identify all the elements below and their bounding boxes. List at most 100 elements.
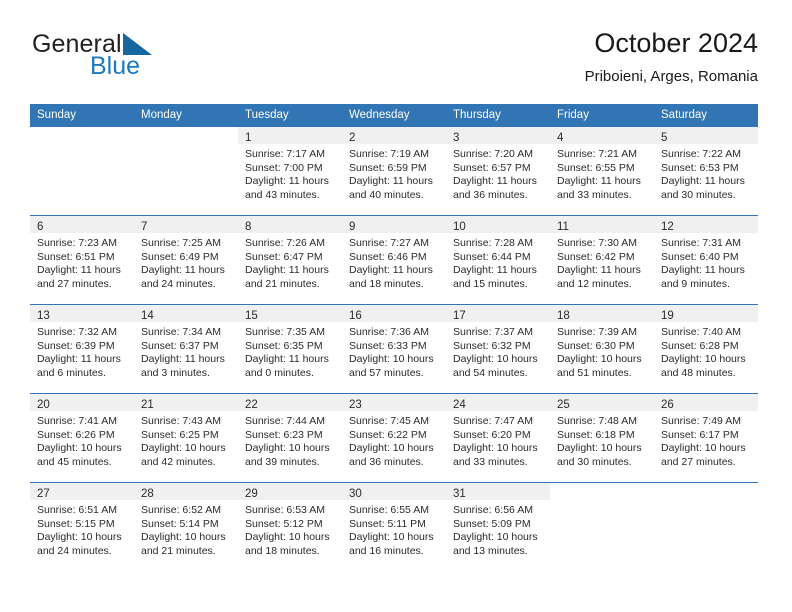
- calendar-empty-cell: [654, 482, 758, 571]
- daylight-text-line1: Daylight: 10 hours: [557, 353, 642, 366]
- calendar-day-cell[interactable]: 23 Sunrise: 7:45 AM Sunset: 6:22 PM Dayligh…: [342, 393, 446, 483]
- sunrise-text: Sunrise: 7:39 AM: [557, 326, 637, 338]
- day-number: 18: [557, 310, 570, 322]
- calendar-day-cell[interactable]: 3 Sunrise: 7:20 AM Sunset: 6:57 PM Daylight…: [446, 126, 550, 216]
- calendar-day-cell[interactable]: 17 Sunrise: 7:37 AM Sunset: 6:32 PM Dayligh…: [446, 304, 550, 394]
- sunrise-text: Sunrise: 7:23 AM: [37, 237, 117, 249]
- daylight-text-line2: and 27 minutes.: [661, 455, 736, 468]
- sunset-text: Sunset: 6:33 PM: [349, 339, 427, 352]
- sunset-text: Sunset: 6:22 PM: [349, 428, 427, 441]
- calendar-day-cell[interactable]: 2 Sunrise: 7:19 AM Sunset: 6:59 PM Daylight…: [342, 126, 446, 216]
- daylight-text-line1: Daylight: 10 hours: [661, 353, 746, 366]
- sunset-text: Sunset: 5:12 PM: [245, 517, 323, 530]
- daylight-text-line2: and 51 minutes.: [557, 366, 632, 379]
- sunrise-text: Sunrise: 7:43 AM: [141, 415, 221, 427]
- day-number: 9: [349, 221, 356, 233]
- day-cell-content: 6 Sunrise: 7:23 AM Sunset: 6:51 PM Daylight…: [30, 216, 134, 304]
- day-cell-content: 11 Sunrise: 7:30 AM Sunset: 6:42 PM Dayligh…: [550, 216, 654, 304]
- day-sun-info: Sunrise: 7:17 AM Sunset: 7:00 PM Daylight:…: [238, 144, 342, 202]
- calendar-day-cell[interactable]: 22 Sunrise: 7:44 AM Sunset: 6:23 PM Dayligh…: [238, 393, 342, 483]
- weekday-header-friday: Friday: [550, 104, 654, 127]
- calendar-day-cell[interactable]: 30 Sunrise: 6:55 AM Sunset: 5:11 PM Dayligh…: [342, 482, 446, 571]
- calendar-week-row: 1 Sunrise: 7:17 AM Sunset: 7:00 PM Daylight…: [30, 126, 758, 216]
- sunrise-text: Sunrise: 7:35 AM: [245, 326, 325, 338]
- sunrise-text: Sunrise: 7:48 AM: [557, 415, 637, 427]
- calendar-day-cell[interactable]: 14 Sunrise: 7:34 AM Sunset: 6:37 PM Dayligh…: [134, 304, 238, 394]
- weekday-header-saturday: Saturday: [654, 104, 758, 127]
- calendar-day-cell[interactable]: 19 Sunrise: 7:40 AM Sunset: 6:28 PM Dayligh…: [654, 304, 758, 394]
- calendar-day-cell[interactable]: 1 Sunrise: 7:17 AM Sunset: 7:00 PM Daylight…: [238, 126, 342, 216]
- calendar-day-cell[interactable]: 20 Sunrise: 7:41 AM Sunset: 6:26 PM Dayligh…: [30, 393, 134, 483]
- calendar-day-cell[interactable]: 5 Sunrise: 7:22 AM Sunset: 6:53 PM Daylight…: [654, 126, 758, 216]
- daylight-text-line1: Daylight: 10 hours: [141, 442, 226, 455]
- calendar-day-cell[interactable]: 15 Sunrise: 7:35 AM Sunset: 6:35 PM Dayligh…: [238, 304, 342, 394]
- calendar-day-cell[interactable]: 7 Sunrise: 7:25 AM Sunset: 6:49 PM Daylight…: [134, 215, 238, 305]
- calendar-day-cell[interactable]: 8 Sunrise: 7:26 AM Sunset: 6:47 PM Daylight…: [238, 215, 342, 305]
- sunset-text: Sunset: 6:47 PM: [245, 250, 323, 263]
- weekday-header-wednesday: Wednesday: [342, 104, 446, 127]
- calendar-day-cell[interactable]: 6 Sunrise: 7:23 AM Sunset: 6:51 PM Daylight…: [30, 215, 134, 305]
- day-number-bar: 16: [342, 305, 446, 322]
- day-cell-content: 14 Sunrise: 7:34 AM Sunset: 6:37 PM Dayligh…: [134, 305, 238, 393]
- calendar-day-cell[interactable]: 21 Sunrise: 7:43 AM Sunset: 6:25 PM Dayligh…: [134, 393, 238, 483]
- calendar-day-cell[interactable]: 9 Sunrise: 7:27 AM Sunset: 6:46 PM Daylight…: [342, 215, 446, 305]
- weekday-header-tuesday: Tuesday: [238, 104, 342, 127]
- day-sun-info: Sunrise: 7:31 AM Sunset: 6:40 PM Daylight:…: [654, 233, 758, 291]
- day-number-bar: 25: [550, 394, 654, 411]
- day-sun-info: Sunrise: 7:21 AM Sunset: 6:55 PM Daylight:…: [550, 144, 654, 202]
- calendar-day-cell[interactable]: 18 Sunrise: 7:39 AM Sunset: 6:30 PM Dayligh…: [550, 304, 654, 394]
- day-sun-info: Sunrise: 7:49 AM Sunset: 6:17 PM Daylight:…: [654, 411, 758, 469]
- day-cell-content: 15 Sunrise: 7:35 AM Sunset: 6:35 PM Dayligh…: [238, 305, 342, 393]
- daylight-text-line2: and 18 minutes.: [245, 544, 320, 557]
- day-number: 19: [661, 310, 674, 322]
- sunrise-text: Sunrise: 6:51 AM: [37, 504, 117, 516]
- sunrise-text: Sunrise: 7:27 AM: [349, 237, 429, 249]
- calendar-day-cell[interactable]: 24 Sunrise: 7:47 AM Sunset: 6:20 PM Dayligh…: [446, 393, 550, 483]
- calendar-day-cell[interactable]: 11 Sunrise: 7:30 AM Sunset: 6:42 PM Dayligh…: [550, 215, 654, 305]
- daylight-text-line1: Daylight: 11 hours: [453, 175, 537, 188]
- calendar-day-cell[interactable]: 31 Sunrise: 6:56 AM Sunset: 5:09 PM Dayligh…: [446, 482, 550, 571]
- day-number: 16: [349, 310, 362, 322]
- sunrise-text: Sunrise: 7:17 AM: [245, 148, 325, 160]
- calendar-day-cell[interactable]: 27 Sunrise: 6:51 AM Sunset: 5:15 PM Dayligh…: [30, 482, 134, 571]
- daylight-text-line2: and 3 minutes.: [141, 366, 210, 379]
- calendar-day-cell[interactable]: 4 Sunrise: 7:21 AM Sunset: 6:55 PM Daylight…: [550, 126, 654, 216]
- sunrise-text: Sunrise: 7:32 AM: [37, 326, 117, 338]
- calendar-day-cell[interactable]: 16 Sunrise: 7:36 AM Sunset: 6:33 PM Dayligh…: [342, 304, 446, 394]
- daylight-text-line2: and 36 minutes.: [453, 188, 528, 201]
- daylight-text-line2: and 36 minutes.: [349, 455, 424, 468]
- daylight-text-line2: and 40 minutes.: [349, 188, 424, 201]
- day-number-bar: 20: [30, 394, 134, 411]
- calendar-day-cell[interactable]: 13 Sunrise: 7:32 AM Sunset: 6:39 PM Dayligh…: [30, 304, 134, 394]
- day-sun-info: Sunrise: 6:55 AM Sunset: 5:11 PM Daylight:…: [342, 500, 446, 558]
- day-sun-info: Sunrise: 7:32 AM Sunset: 6:39 PM Daylight:…: [30, 322, 134, 380]
- page-subtitle: Priboieni, Arges, Romania: [584, 68, 758, 85]
- calendar-day-cell[interactable]: 29 Sunrise: 6:53 AM Sunset: 5:12 PM Dayligh…: [238, 482, 342, 571]
- daylight-text-line1: Daylight: 10 hours: [141, 531, 226, 544]
- day-cell-content: 10 Sunrise: 7:28 AM Sunset: 6:44 PM Dayligh…: [446, 216, 550, 304]
- day-number-bar: 1: [238, 127, 342, 144]
- daylight-text-line1: Daylight: 10 hours: [349, 442, 434, 455]
- sunrise-text: Sunrise: 7:47 AM: [453, 415, 533, 427]
- calendar-day-cell[interactable]: 26 Sunrise: 7:49 AM Sunset: 6:17 PM Dayligh…: [654, 393, 758, 483]
- day-sun-info: Sunrise: 7:19 AM Sunset: 6:59 PM Daylight:…: [342, 144, 446, 202]
- daylight-text-line2: and 16 minutes.: [349, 544, 424, 557]
- day-number-bar: 7: [134, 216, 238, 233]
- daylight-text-line1: Daylight: 10 hours: [557, 442, 642, 455]
- daylight-text-line2: and 30 minutes.: [557, 455, 632, 468]
- day-cell-content: 25 Sunrise: 7:48 AM Sunset: 6:18 PM Dayligh…: [550, 394, 654, 482]
- daylight-text-line2: and 0 minutes.: [245, 366, 314, 379]
- sunrise-text: Sunrise: 7:26 AM: [245, 237, 325, 249]
- sunrise-text: Sunrise: 7:19 AM: [349, 148, 429, 160]
- sunrise-text: Sunrise: 7:45 AM: [349, 415, 429, 427]
- calendar-day-cell[interactable]: 28 Sunrise: 6:52 AM Sunset: 5:14 PM Dayligh…: [134, 482, 238, 571]
- sunrise-text: Sunrise: 7:37 AM: [453, 326, 533, 338]
- daylight-text-line1: Daylight: 10 hours: [37, 531, 122, 544]
- general-blue-logo[interactable]: General Blue: [32, 30, 232, 92]
- day-number: 31: [453, 488, 466, 500]
- day-number-bar: 30: [342, 483, 446, 500]
- calendar-day-cell[interactable]: 25 Sunrise: 7:48 AM Sunset: 6:18 PM Dayligh…: [550, 393, 654, 483]
- day-cell-content: 28 Sunrise: 6:52 AM Sunset: 5:14 PM Dayligh…: [134, 483, 238, 571]
- calendar-day-cell[interactable]: 12 Sunrise: 7:31 AM Sunset: 6:40 PM Dayligh…: [654, 215, 758, 305]
- calendar-day-cell[interactable]: 10 Sunrise: 7:28 AM Sunset: 6:44 PM Dayligh…: [446, 215, 550, 305]
